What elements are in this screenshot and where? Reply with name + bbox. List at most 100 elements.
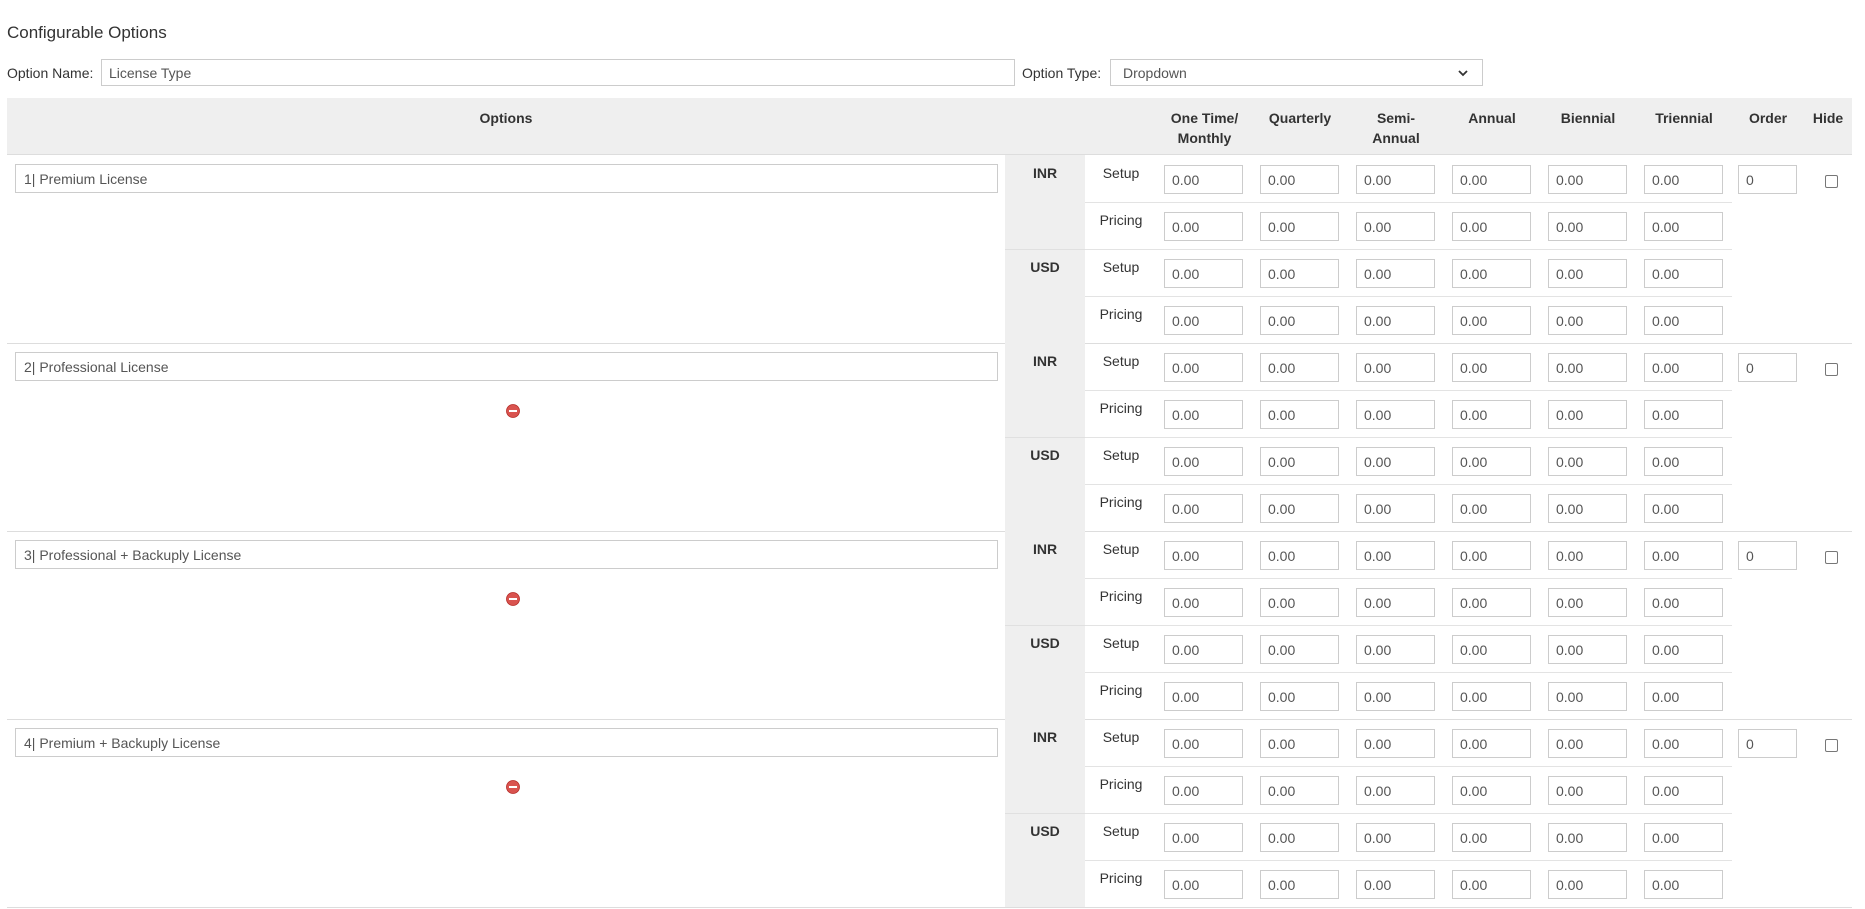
price-input[interactable]: 0.00 [1164,447,1243,476]
price-input[interactable]: 0.00 [1356,635,1435,664]
price-input[interactable]: 0.00 [1356,306,1435,335]
option-name-field[interactable]: 3| Professional + Backuply License [15,540,998,569]
order-input[interactable]: 0 [1738,353,1797,382]
price-input[interactable]: 0.00 [1644,259,1723,288]
order-input[interactable]: 0 [1738,541,1797,570]
price-input[interactable]: 0.00 [1644,400,1723,429]
price-input[interactable]: 0.00 [1260,635,1339,664]
price-input[interactable]: 0.00 [1452,588,1531,617]
price-input[interactable]: 0.00 [1260,494,1339,523]
price-input[interactable]: 0.00 [1164,165,1243,194]
option-name-field[interactable]: 4| Premium + Backuply License [15,728,998,757]
price-input[interactable]: 0.00 [1260,541,1339,570]
price-input[interactable]: 0.00 [1452,494,1531,523]
price-input[interactable]: 0.00 [1548,870,1627,899]
price-input[interactable]: 0.00 [1644,682,1723,711]
price-input[interactable]: 0.00 [1548,588,1627,617]
price-input[interactable]: 0.00 [1164,306,1243,335]
price-input[interactable]: 0.00 [1644,541,1723,570]
price-input[interactable]: 0.00 [1260,729,1339,758]
price-input[interactable]: 0.00 [1356,400,1435,429]
price-input[interactable]: 0.00 [1452,259,1531,288]
hide-checkbox[interactable] [1825,551,1838,564]
price-input[interactable]: 0.00 [1452,729,1531,758]
price-input[interactable]: 0.00 [1452,635,1531,664]
price-input[interactable]: 0.00 [1260,259,1339,288]
price-input[interactable]: 0.00 [1548,447,1627,476]
order-input[interactable]: 0 [1738,729,1797,758]
price-input[interactable]: 0.00 [1164,588,1243,617]
price-input[interactable]: 0.00 [1260,588,1339,617]
price-input[interactable]: 0.00 [1452,212,1531,241]
option-type-select[interactable]: Dropdown [1110,59,1483,86]
price-input[interactable]: 0.00 [1164,823,1243,852]
price-input[interactable]: 0.00 [1548,259,1627,288]
hide-checkbox[interactable] [1825,363,1838,376]
price-input[interactable]: 0.00 [1452,447,1531,476]
price-input[interactable]: 0.00 [1260,682,1339,711]
price-input[interactable]: 0.00 [1548,682,1627,711]
price-input[interactable]: 0.00 [1356,447,1435,476]
price-input[interactable]: 0.00 [1260,400,1339,429]
price-input[interactable]: 0.00 [1356,259,1435,288]
price-input[interactable]: 0.00 [1356,682,1435,711]
price-input[interactable]: 0.00 [1260,870,1339,899]
price-input[interactable]: 0.00 [1356,588,1435,617]
price-input[interactable]: 0.00 [1548,541,1627,570]
price-input[interactable]: 0.00 [1356,165,1435,194]
option-name-field[interactable]: 2| Professional License [15,352,998,381]
price-input[interactable]: 0.00 [1644,306,1723,335]
price-input[interactable]: 0.00 [1548,635,1627,664]
price-input[interactable]: 0.00 [1644,870,1723,899]
price-input[interactable]: 0.00 [1644,494,1723,523]
remove-icon[interactable] [506,404,520,418]
hide-checkbox[interactable] [1825,175,1838,188]
price-input[interactable]: 0.00 [1164,494,1243,523]
price-input[interactable]: 0.00 [1164,259,1243,288]
price-input[interactable]: 0.00 [1164,353,1243,382]
price-input[interactable]: 0.00 [1452,353,1531,382]
price-input[interactable]: 0.00 [1164,212,1243,241]
price-input[interactable]: 0.00 [1164,541,1243,570]
price-input[interactable]: 0.00 [1356,870,1435,899]
price-input[interactable]: 0.00 [1644,447,1723,476]
price-input[interactable]: 0.00 [1644,165,1723,194]
price-input[interactable]: 0.00 [1644,776,1723,805]
price-input[interactable]: 0.00 [1548,400,1627,429]
price-input[interactable]: 0.00 [1260,447,1339,476]
price-input[interactable]: 0.00 [1548,729,1627,758]
price-input[interactable]: 0.00 [1356,776,1435,805]
remove-icon[interactable] [506,592,520,606]
option-name-field[interactable]: 1| Premium License [15,164,998,193]
price-input[interactable]: 0.00 [1356,541,1435,570]
price-input[interactable]: 0.00 [1356,353,1435,382]
price-input[interactable]: 0.00 [1644,635,1723,664]
price-input[interactable]: 0.00 [1548,494,1627,523]
price-input[interactable]: 0.00 [1452,823,1531,852]
price-input[interactable]: 0.00 [1164,776,1243,805]
price-input[interactable]: 0.00 [1260,353,1339,382]
price-input[interactable]: 0.00 [1452,870,1531,899]
option-name-input[interactable]: License Type [101,59,1015,86]
price-input[interactable]: 0.00 [1452,165,1531,194]
price-input[interactable]: 0.00 [1260,776,1339,805]
order-input[interactable]: 0 [1738,165,1797,194]
price-input[interactable]: 0.00 [1356,212,1435,241]
price-input[interactable]: 0.00 [1644,729,1723,758]
hide-checkbox[interactable] [1825,739,1838,752]
price-input[interactable]: 0.00 [1452,682,1531,711]
price-input[interactable]: 0.00 [1548,212,1627,241]
price-input[interactable]: 0.00 [1260,306,1339,335]
price-input[interactable]: 0.00 [1452,541,1531,570]
price-input[interactable]: 0.00 [1356,729,1435,758]
price-input[interactable]: 0.00 [1452,776,1531,805]
price-input[interactable]: 0.00 [1548,165,1627,194]
price-input[interactable]: 0.00 [1260,212,1339,241]
price-input[interactable]: 0.00 [1452,306,1531,335]
price-input[interactable]: 0.00 [1452,400,1531,429]
price-input[interactable]: 0.00 [1548,776,1627,805]
price-input[interactable]: 0.00 [1644,353,1723,382]
price-input[interactable]: 0.00 [1164,870,1243,899]
price-input[interactable]: 0.00 [1356,823,1435,852]
price-input[interactable]: 0.00 [1164,682,1243,711]
